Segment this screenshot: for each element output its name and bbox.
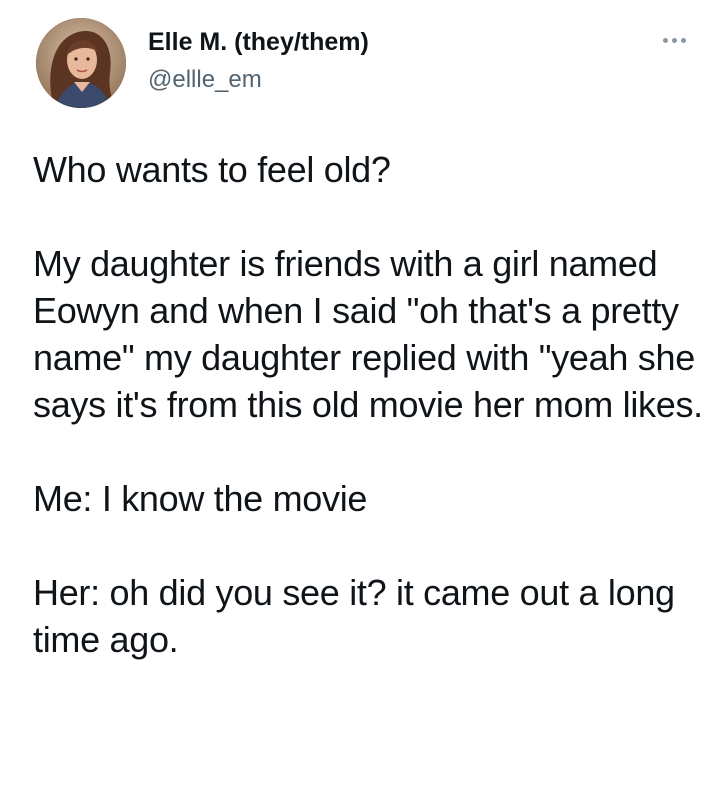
more-options-button[interactable]: [654, 30, 694, 50]
more-horizontal-icon: [662, 37, 668, 43]
author-names: Elle M. (they/them) @ellle_em: [148, 26, 369, 96]
tweet-paragraph: My daughter is friends with a girl named…: [33, 243, 703, 425]
tweet-text: Who wants to feel old? My daughter is fr…: [33, 146, 703, 663]
more-horizontal-icon: [680, 37, 686, 43]
more-horizontal-icon: [671, 37, 677, 43]
tweet-paragraph: Me: I know the movie: [33, 478, 368, 519]
tweet-paragraph: Her: oh did you see it? it came out a lo…: [33, 572, 675, 660]
profile-photo-icon: [36, 18, 126, 108]
avatar[interactable]: [36, 18, 126, 108]
display-name[interactable]: Elle M. (they/them): [148, 26, 369, 58]
user-handle[interactable]: @ellle_em: [148, 64, 369, 96]
tweet-paragraph: Who wants to feel old?: [33, 149, 391, 190]
tweet-header: Elle M. (they/them) @ellle_em: [36, 18, 696, 110]
tweet: Elle M. (they/them) @ellle_em Who wants …: [0, 0, 720, 811]
